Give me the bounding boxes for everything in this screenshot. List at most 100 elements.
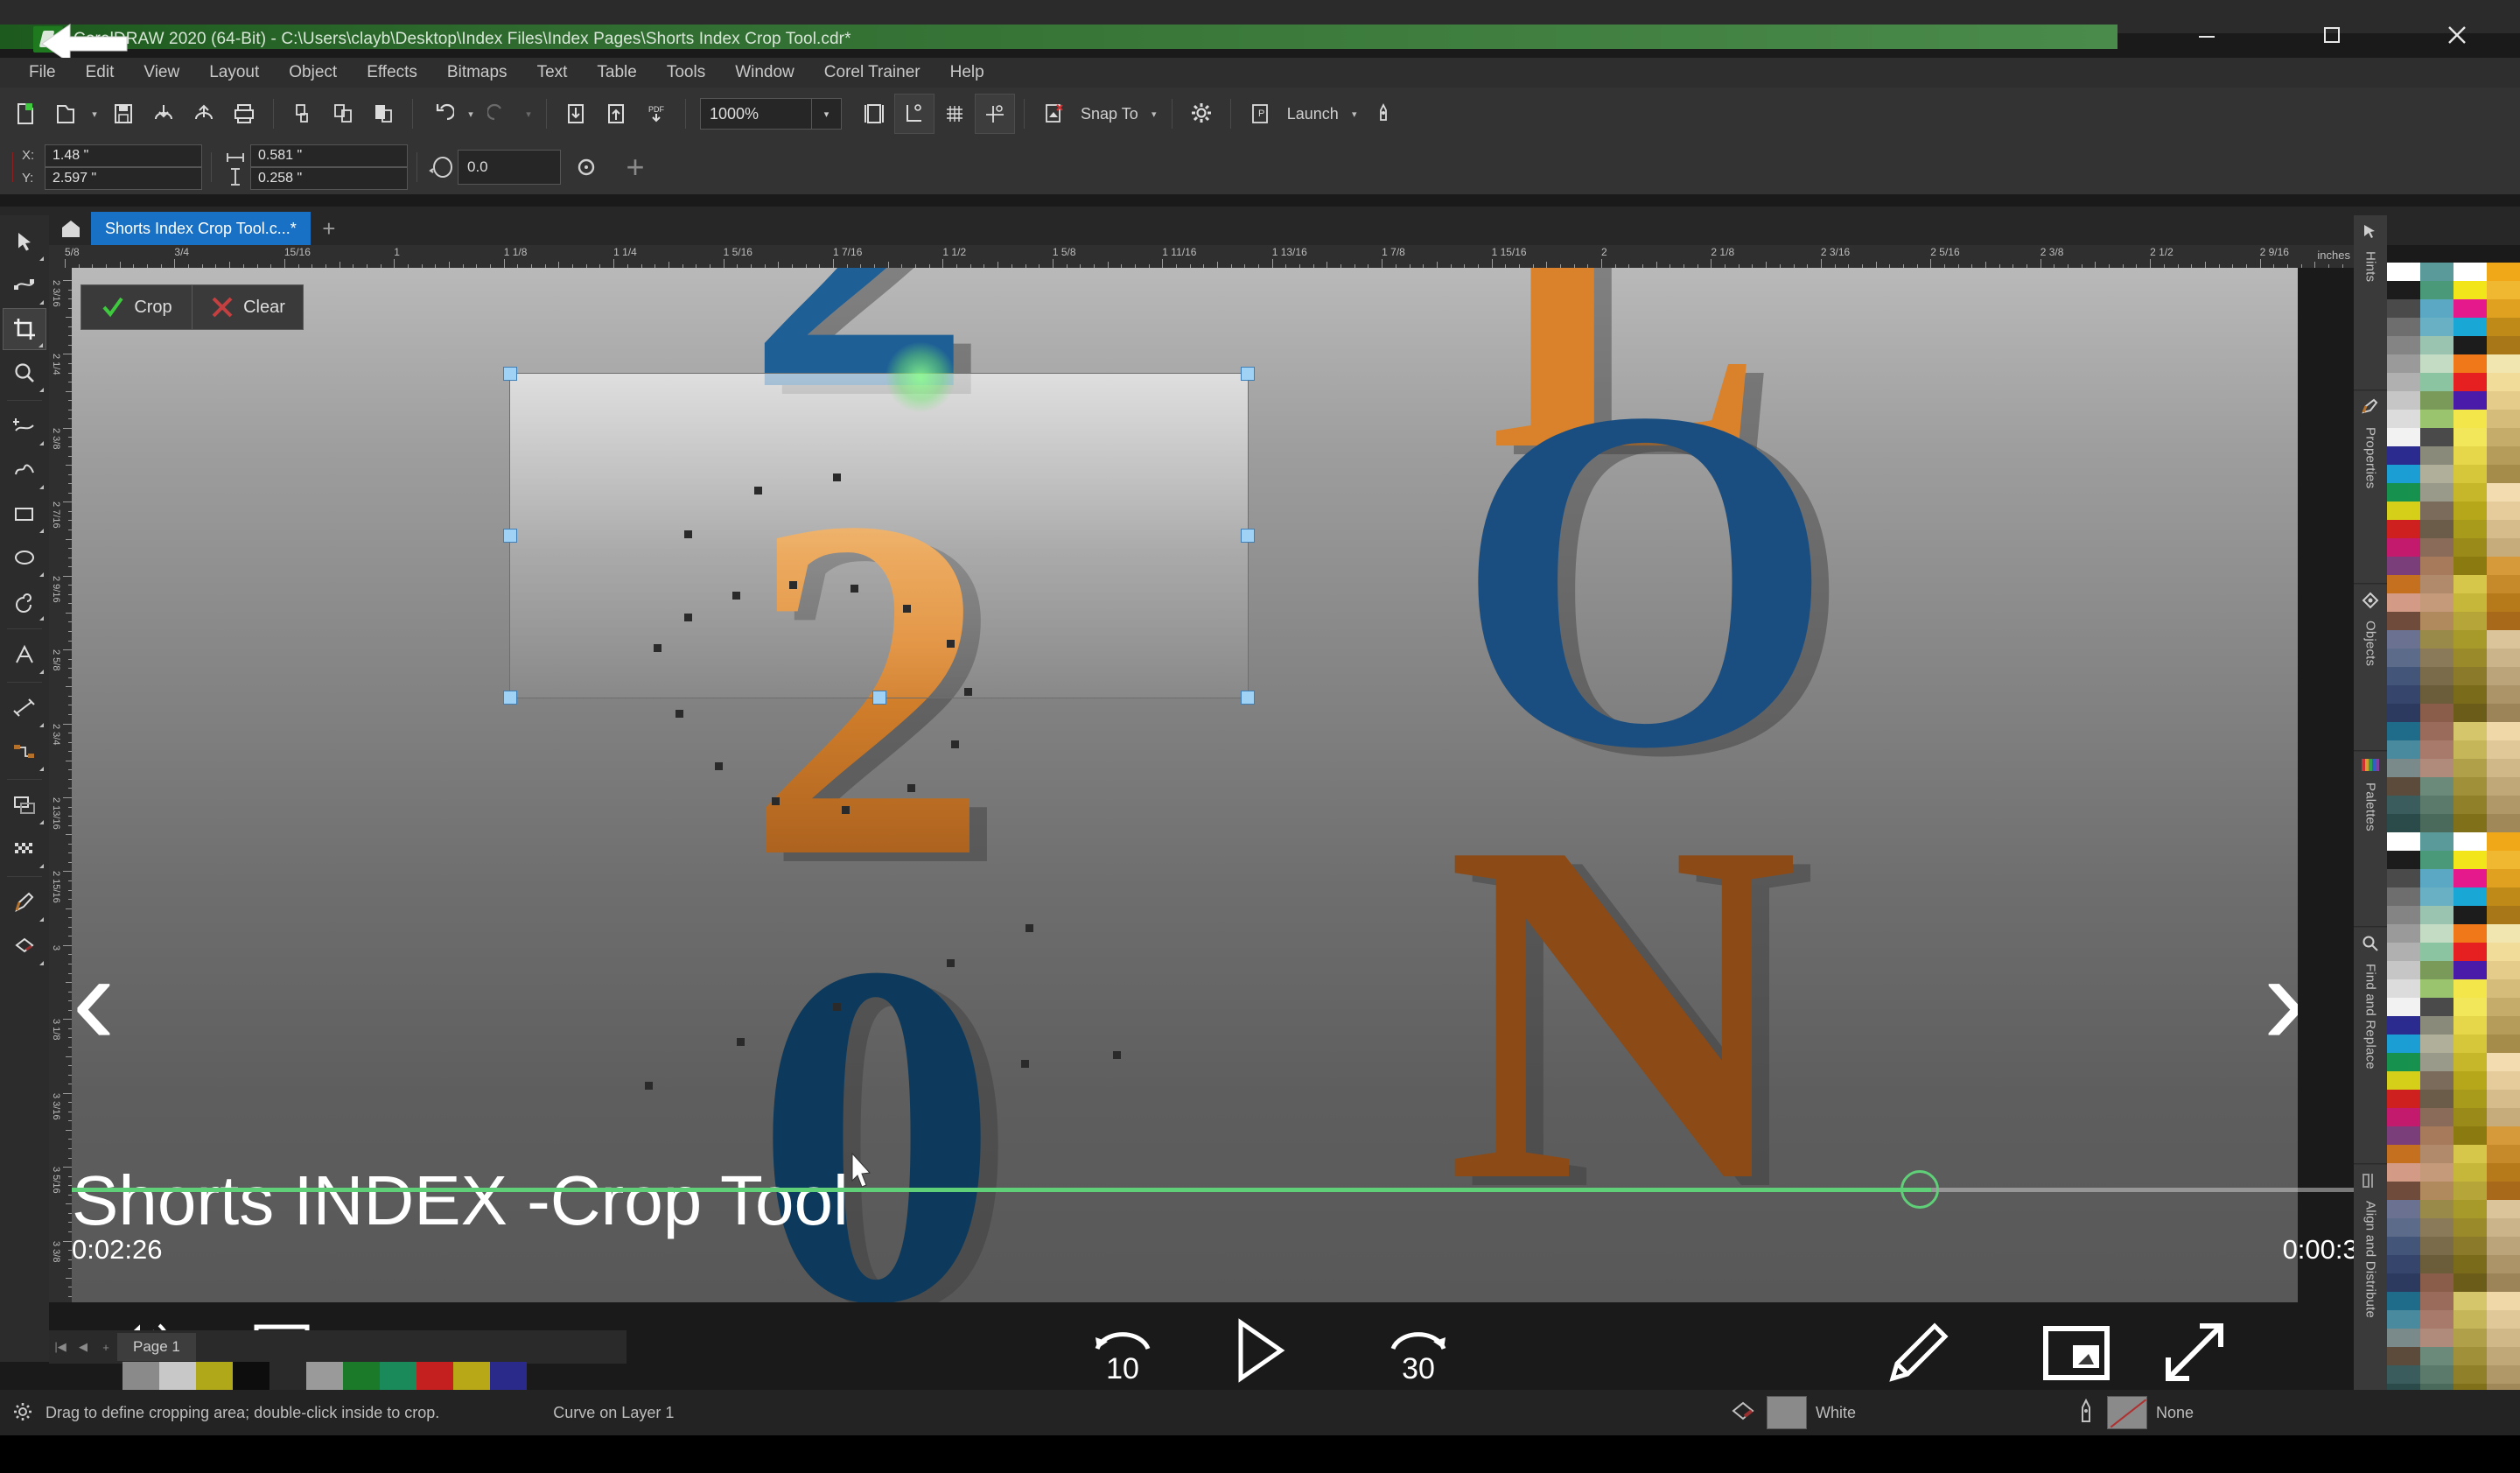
color-swatch[interactable]: [2387, 832, 2420, 851]
crop-handle-s[interactable]: [872, 691, 886, 705]
color-swatch[interactable]: [2487, 318, 2520, 336]
color-swatch[interactable]: [2487, 887, 2520, 906]
color-swatch[interactable]: [2487, 777, 2520, 796]
color-swatch[interactable]: [2487, 612, 2520, 630]
color-swatch[interactable]: [2454, 1016, 2487, 1035]
color-swatch[interactable]: [2420, 465, 2454, 483]
color-swatch[interactable]: [2387, 777, 2420, 796]
color-swatch[interactable]: [2454, 1182, 2487, 1200]
options-gear-icon[interactable]: [1181, 94, 1222, 134]
color-swatch[interactable]: [2487, 1329, 2520, 1347]
color-swatch[interactable]: [2420, 1016, 2454, 1035]
pick-tool[interactable]: [3, 221, 46, 263]
color-swatch[interactable]: [2487, 354, 2520, 373]
dock-tab-palettes[interactable]: Palettes: [2354, 752, 2387, 927]
launch-label[interactable]: Launch: [1280, 105, 1346, 123]
color-swatch[interactable]: [2420, 685, 2454, 704]
color-swatch[interactable]: [2387, 1182, 2420, 1200]
show-rulers-icon[interactable]: [894, 94, 934, 134]
outline-color-swatch[interactable]: [2107, 1396, 2147, 1429]
menu-object[interactable]: Object: [274, 60, 352, 86]
color-swatch[interactable]: [2420, 1255, 2454, 1273]
palette-swatch[interactable]: [306, 1362, 343, 1390]
color-swatch[interactable]: [2387, 1273, 2420, 1292]
palette-swatch[interactable]: [343, 1362, 380, 1390]
color-swatch[interactable]: [2387, 759, 2420, 777]
eyedropper-tool-flyout-icon[interactable]: [39, 917, 44, 922]
color-swatch[interactable]: [2487, 410, 2520, 428]
color-swatch[interactable]: [2387, 1053, 2420, 1071]
add-property-button[interactable]: +: [615, 147, 655, 187]
color-swatch[interactable]: [2387, 851, 2420, 869]
color-swatch[interactable]: [2487, 483, 2520, 502]
color-swatch[interactable]: [2387, 704, 2420, 722]
curve-node[interactable]: [684, 614, 692, 621]
color-swatch[interactable]: [2454, 391, 2487, 410]
color-swatch[interactable]: [2420, 281, 2454, 299]
color-swatch[interactable]: [2487, 1163, 2520, 1182]
fullscreen-button[interactable]: [2161, 1319, 2228, 1385]
color-swatch[interactable]: [2387, 336, 2420, 354]
copy-icon[interactable]: [323, 94, 363, 134]
color-swatch[interactable]: [2420, 1108, 2454, 1126]
vertical-ruler[interactable]: 2 3/16 2 1/4 2 3/8 2 7/16 2 9/16 2 5/8 2 3/4 2 …: [49, 268, 72, 1302]
shape-tool[interactable]: [3, 264, 46, 306]
color-swatch[interactable]: [2454, 979, 2487, 998]
color-swatch[interactable]: [2487, 1108, 2520, 1126]
menu-text[interactable]: Text: [522, 60, 583, 86]
color-palette-column-4[interactable]: [2487, 263, 2520, 1402]
color-swatch[interactable]: [2454, 1053, 2487, 1071]
color-swatch[interactable]: [2454, 1255, 2487, 1273]
color-palette-column-1[interactable]: [2387, 263, 2420, 1402]
color-swatch[interactable]: [2420, 391, 2454, 410]
color-swatch[interactable]: [2454, 649, 2487, 667]
color-swatch[interactable]: [2420, 759, 2454, 777]
palette-swatch[interactable]: [380, 1362, 416, 1390]
color-swatch[interactable]: [2487, 630, 2520, 649]
color-swatch[interactable]: [2420, 557, 2454, 575]
color-swatch[interactable]: [2387, 502, 2420, 520]
color-swatch[interactable]: [2420, 722, 2454, 740]
color-swatch[interactable]: [2454, 410, 2487, 428]
freehand-tool-flyout-icon[interactable]: [39, 441, 44, 445]
color-swatch[interactable]: [2454, 906, 2487, 924]
color-swatch[interactable]: [2454, 869, 2487, 887]
curve-node[interactable]: [732, 592, 740, 600]
crop-button[interactable]: Crop: [81, 285, 192, 329]
color-swatch[interactable]: [2387, 1255, 2420, 1273]
status-outline-group[interactable]: None: [2074, 1396, 2194, 1429]
color-swatch[interactable]: [2487, 299, 2520, 318]
connector-tool-flyout-icon[interactable]: [39, 767, 44, 771]
next-slide-arrow[interactable]: ›: [2263, 933, 2298, 1064]
color-swatch[interactable]: [2487, 465, 2520, 483]
color-swatch[interactable]: [2487, 704, 2520, 722]
color-swatch[interactable]: [2454, 1237, 2487, 1255]
color-swatch[interactable]: [2420, 1145, 2454, 1163]
curve-node[interactable]: [645, 1082, 653, 1090]
color-swatch[interactable]: [2420, 1329, 2454, 1347]
color-swatch[interactable]: [2420, 1163, 2454, 1182]
color-palette-column-3[interactable]: [2454, 263, 2487, 1402]
color-swatch[interactable]: [2387, 299, 2420, 318]
curve-node[interactable]: [684, 530, 692, 538]
color-swatch[interactable]: [2487, 1071, 2520, 1090]
color-swatch[interactable]: [2387, 520, 2420, 538]
color-swatch[interactable]: [2387, 869, 2420, 887]
palette-swatch[interactable]: [270, 1362, 306, 1390]
color-swatch[interactable]: [2420, 1035, 2454, 1053]
curve-node[interactable]: [833, 473, 841, 481]
color-swatch[interactable]: [2487, 281, 2520, 299]
color-swatch[interactable]: [2487, 1090, 2520, 1108]
color-swatch[interactable]: [2454, 1071, 2487, 1090]
menu-window[interactable]: Window: [720, 60, 809, 86]
color-swatch[interactable]: [2454, 428, 2487, 446]
color-swatch[interactable]: [2487, 1200, 2520, 1218]
color-swatch[interactable]: [2387, 557, 2420, 575]
curve-node[interactable]: [903, 605, 911, 613]
color-swatch[interactable]: [2420, 869, 2454, 887]
zoom-dropdown-icon[interactable]: ▾: [811, 99, 841, 129]
color-swatch[interactable]: [2420, 998, 2454, 1016]
publish-to-pdf-icon[interactable]: PDF: [636, 94, 676, 134]
rotation-angle-input[interactable]: 0.0: [458, 150, 561, 185]
palette-swatch[interactable]: [122, 1362, 159, 1390]
